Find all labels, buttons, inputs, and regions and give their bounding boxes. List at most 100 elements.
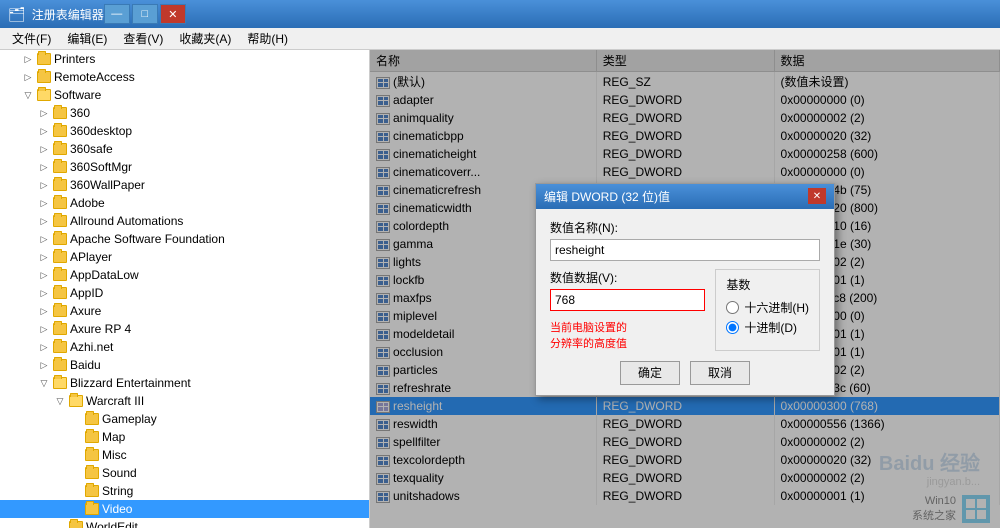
- tree-item-sound[interactable]: ▷ Sound: [0, 464, 369, 482]
- menu-file[interactable]: 文件(F): [4, 28, 59, 49]
- tree-item-map[interactable]: ▷ Map: [0, 428, 369, 446]
- folder-icon: [52, 160, 68, 174]
- tree-item-aplayer[interactable]: ▷ APlayer: [0, 248, 369, 266]
- radio-dec-input[interactable]: [726, 321, 739, 334]
- tree-item-software[interactable]: ▽ Software: [0, 86, 369, 104]
- expand-icon[interactable]: ▷: [36, 285, 52, 301]
- expand-icon[interactable]: ▷: [36, 321, 52, 337]
- expand-icon[interactable]: ▷: [20, 51, 36, 67]
- tree-item-string[interactable]: ▷ String: [0, 482, 369, 500]
- folder-open-icon: [68, 394, 84, 408]
- folder-icon: [84, 502, 100, 516]
- tree-panel[interactable]: ▷ Printers ▷ RemoteAccess ▽ Software ▷ 3…: [0, 50, 370, 528]
- expand-icon[interactable]: ▷: [36, 231, 52, 247]
- tree-item-appid[interactable]: ▷ AppID: [0, 284, 369, 302]
- expand-icon[interactable]: ▷: [36, 105, 52, 121]
- dialog-buttons: 确定 取消: [550, 361, 820, 385]
- dialog-body: 数值名称(N): 数值数据(V): 当前电脑设置的分辨率的高度值 基数: [536, 209, 834, 395]
- folder-icon: [52, 196, 68, 210]
- folder-open-icon: [52, 376, 68, 390]
- expand-icon[interactable]: ▽: [52, 393, 68, 409]
- dialog-name-label: 数值名称(N):: [550, 219, 820, 236]
- menu-view[interactable]: 查看(V): [115, 28, 171, 49]
- expand-icon[interactable]: ▷: [36, 213, 52, 229]
- menu-bar: 文件(F) 编辑(E) 查看(V) 收藏夹(A) 帮助(H): [0, 28, 1000, 50]
- tree-item-azhi[interactable]: ▷ Azhi.net: [0, 338, 369, 356]
- dialog-ok-button[interactable]: 确定: [620, 361, 680, 385]
- folder-icon: [36, 52, 52, 66]
- tree-item-axurerp4[interactable]: ▷ Axure RP 4: [0, 320, 369, 338]
- expand-icon[interactable]: ▽: [20, 87, 36, 103]
- expand-icon[interactable]: ▷: [36, 159, 52, 175]
- expand-icon[interactable]: ▷: [36, 141, 52, 157]
- edit-dword-dialog: 编辑 DWORD (32 位)值 ✕ 数值名称(N): 数值数据(V):: [535, 183, 835, 396]
- dialog-data-field: 数值数据(V):: [550, 269, 705, 311]
- dialog-name-field: 数值名称(N):: [550, 219, 820, 261]
- dialog-name-input[interactable]: [550, 239, 820, 261]
- dialog-base-section: 基数 十六进制(H) 十进制(D): [715, 269, 820, 351]
- tree-item-blizzard[interactable]: ▽ Blizzard Entertainment: [0, 374, 369, 392]
- window-controls: — □ ✕: [104, 4, 186, 24]
- folder-icon: [52, 286, 68, 300]
- folder-icon: [36, 70, 52, 84]
- expand-icon[interactable]: ▽: [36, 375, 52, 391]
- dialog-close-button[interactable]: ✕: [808, 188, 826, 204]
- menu-edit[interactable]: 编辑(E): [59, 28, 115, 49]
- tree-item-360softmgr[interactable]: ▷ 360SoftMgr: [0, 158, 369, 176]
- tree-item-apache[interactable]: ▷ Apache Software Foundation: [0, 230, 369, 248]
- expand-icon[interactable]: ▷: [36, 123, 52, 139]
- tree-item-video[interactable]: ▷ Video: [0, 500, 369, 518]
- tree-item-axure[interactable]: ▷ Axure: [0, 302, 369, 320]
- tree-item-worldedit[interactable]: ▷ WorldEdit: [0, 518, 369, 528]
- expand-icon[interactable]: ▷: [20, 69, 36, 85]
- folder-icon: [84, 466, 100, 480]
- tree-item-remoteaccess[interactable]: ▷ RemoteAccess: [0, 68, 369, 86]
- folder-icon: [52, 214, 68, 228]
- menu-help[interactable]: 帮助(H): [239, 28, 296, 49]
- maximize-button[interactable]: □: [132, 4, 158, 24]
- folder-icon: [52, 340, 68, 354]
- tree-item-misc[interactable]: ▷ Misc: [0, 446, 369, 464]
- expand-icon[interactable]: ▷: [36, 303, 52, 319]
- folder-icon: [52, 178, 68, 192]
- tree-item-360safe[interactable]: ▷ 360safe: [0, 140, 369, 158]
- tree-item-adobe[interactable]: ▷ Adobe: [0, 194, 369, 212]
- folder-icon: [52, 250, 68, 264]
- expand-icon[interactable]: ▷: [36, 267, 52, 283]
- tree-item-appdatalow[interactable]: ▷ AppDataLow: [0, 266, 369, 284]
- dialog-cancel-button[interactable]: 取消: [690, 361, 750, 385]
- dialog-data-input[interactable]: [550, 289, 705, 311]
- values-panel[interactable]: 名称 类型 数据 (默认)REG_SZ(数值未设置)adapterREG_DWO…: [370, 50, 1000, 528]
- dialog-radio-group: 十六进制(H) 十进制(D): [726, 299, 809, 336]
- expand-icon[interactable]: ▷: [36, 249, 52, 265]
- tree-item-baidu[interactable]: ▷ Baidu: [0, 356, 369, 374]
- main-container: ▷ Printers ▷ RemoteAccess ▽ Software ▷ 3…: [0, 50, 1000, 528]
- close-button[interactable]: ✕: [160, 4, 186, 24]
- expand-icon[interactable]: ▷: [36, 339, 52, 355]
- tree-item-gameplay[interactable]: ▷ Gameplay: [0, 410, 369, 428]
- minimize-button[interactable]: —: [104, 4, 130, 24]
- dialog-data-label: 数值数据(V):: [550, 269, 705, 286]
- folder-icon: [52, 322, 68, 336]
- dialog-radio-hex[interactable]: 十六进制(H): [726, 299, 809, 316]
- tree-item-allround[interactable]: ▷ Allround Automations: [0, 212, 369, 230]
- dialog-title-text: 编辑 DWORD (32 位)值: [544, 188, 670, 205]
- radio-hex-label: 十六进制(H): [744, 299, 809, 316]
- app-title: 注册表编辑器: [32, 6, 104, 23]
- tree-item-printers[interactable]: ▷ Printers: [0, 50, 369, 68]
- tree-item-360desktop[interactable]: ▷ 360desktop: [0, 122, 369, 140]
- dialog-hint: 当前电脑设置的分辨率的高度值: [550, 319, 705, 351]
- expand-icon[interactable]: ▷: [36, 357, 52, 373]
- tree-item-360wallpaper[interactable]: ▷ 360WallPaper: [0, 176, 369, 194]
- expand-icon[interactable]: ▷: [36, 177, 52, 193]
- dialog-radio-dec[interactable]: 十进制(D): [726, 319, 809, 336]
- tree-item-360[interactable]: ▷ 360: [0, 104, 369, 122]
- tree-item-warcraft3[interactable]: ▽ Warcraft III: [0, 392, 369, 410]
- dialog-data-section: 数值数据(V): 当前电脑设置的分辨率的高度值 基数 十六进制(H): [550, 269, 820, 351]
- folder-open-icon: [36, 88, 52, 102]
- title-bar: 🗂 注册表编辑器 — □ ✕: [0, 0, 1000, 28]
- expand-icon[interactable]: ▷: [36, 195, 52, 211]
- folder-icon: [52, 142, 68, 156]
- radio-hex-input[interactable]: [726, 301, 739, 314]
- menu-favorites[interactable]: 收藏夹(A): [171, 28, 239, 49]
